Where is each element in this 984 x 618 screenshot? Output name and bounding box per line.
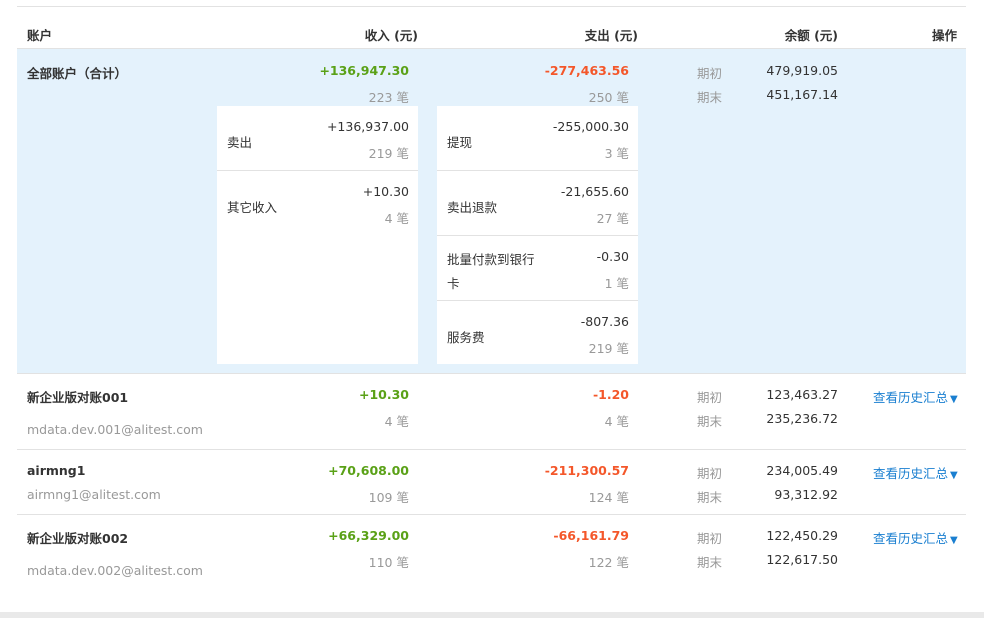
total-open-label: 期初 [697, 66, 723, 81]
breakdown-amount: -255,000.30 [552, 119, 629, 134]
account-name: 新企业版对账002 [27, 531, 129, 546]
breakdown-item: 服务费 -807.36 219 笔 [437, 301, 638, 364]
total-expense: -277,463.56 [544, 63, 629, 78]
account-email: mdata.dev.001@alitest.com [27, 422, 203, 437]
account-income: +10.30 [358, 387, 409, 402]
breakdown-amount: +136,937.00 [326, 119, 409, 134]
breakdown-item: 卖出 +136,937.00 219 笔 [217, 106, 418, 170]
income-breakdown-card: 卖出 +136,937.00 219 笔 其它收入 +10.30 4 笔 [217, 106, 418, 364]
account-income: +66,329.00 [328, 528, 409, 543]
breakdown-count: 27 笔 [596, 211, 629, 226]
breakdown-count: 219 笔 [368, 146, 409, 161]
breakdown-amount: -807.36 [580, 314, 629, 329]
breakdown-count: 4 笔 [384, 211, 409, 226]
close-value: 93,312.92 [774, 487, 838, 502]
total-income: +136,947.30 [319, 63, 409, 78]
header-income: 收入 (元) [364, 28, 418, 43]
breakdown-item: 批量付款到银行 卡 -0.30 1 笔 [437, 236, 638, 300]
open-label: 期初 [697, 531, 723, 546]
total-expense-count: 250 笔 [588, 90, 629, 105]
breakdown-label: 服务费 [447, 330, 485, 345]
total-close-label: 期末 [697, 90, 723, 105]
close-label: 期末 [697, 490, 723, 505]
open-label: 期初 [697, 466, 723, 481]
breakdown-label: 提现 [447, 135, 473, 150]
account-income-count: 110 笔 [368, 555, 409, 570]
breakdown-amount: -0.30 [596, 249, 629, 264]
header-expense: 支出 (元) [584, 28, 638, 43]
triangle-down-icon: ▼ [950, 394, 958, 405]
account-expense-count: 124 笔 [588, 490, 629, 505]
header-action: 操作 [931, 28, 957, 43]
breakdown-count: 3 笔 [604, 146, 629, 161]
account-name: airmng1 [27, 463, 86, 478]
breakdown-item: 提现 -255,000.30 3 笔 [437, 106, 638, 170]
triangle-down-icon: ▼ [950, 535, 958, 546]
account-name: 新企业版对账001 [27, 390, 129, 405]
table-row: 新企业版对账001 mdata.dev.001@alitest.com +10.… [17, 374, 966, 449]
view-history-button[interactable]: 查看历史汇总 ▼ [873, 528, 958, 547]
close-label: 期末 [697, 555, 723, 570]
open-value: 234,005.49 [766, 463, 838, 478]
breakdown-label-line2: 卡 [447, 276, 460, 291]
close-label: 期末 [697, 414, 723, 429]
close-value: 235,236.72 [766, 411, 838, 426]
account-income-count: 109 笔 [368, 490, 409, 505]
breakdown-amount: -21,655.60 [560, 184, 629, 199]
account-expense: -1.20 [592, 387, 629, 402]
view-history-label: 查看历史汇总 [873, 466, 949, 481]
account-income-count: 4 笔 [384, 414, 409, 429]
breakdown-item: 其它收入 +10.30 4 笔 [217, 171, 418, 235]
table-row: airmng1 airmng1@alitest.com +70,608.00 1… [17, 450, 966, 514]
account-email: mdata.dev.002@alitest.com [27, 563, 203, 578]
breakdown-amount: +10.30 [362, 184, 409, 199]
bottom-scroll-strip [0, 612, 984, 618]
open-label: 期初 [697, 390, 723, 405]
breakdown-count: 1 笔 [604, 276, 629, 291]
view-history-button[interactable]: 查看历史汇总 ▼ [873, 463, 958, 482]
header-account: 账户 [27, 28, 53, 43]
top-border [17, 6, 966, 7]
account-expense: -211,300.57 [544, 463, 629, 478]
total-income-count: 223 笔 [368, 90, 409, 105]
total-open-value: 479,919.05 [766, 63, 838, 78]
breakdown-label: 其它收入 [227, 200, 278, 215]
view-history-button[interactable]: 查看历史汇总 ▼ [873, 387, 958, 406]
breakdown-count: 219 笔 [588, 341, 629, 356]
breakdown-label: 卖出退款 [447, 200, 498, 215]
close-value: 122,617.50 [766, 552, 838, 567]
header-balance: 余额 (元) [784, 28, 838, 43]
breakdown-label: 卖出 [227, 135, 253, 150]
view-history-label: 查看历史汇总 [873, 390, 949, 405]
total-close-value: 451,167.14 [766, 87, 838, 102]
total-name: 全部账户（合计） [27, 66, 128, 81]
account-expense: -66,161.79 [553, 528, 629, 543]
expense-breakdown-card: 提现 -255,000.30 3 笔 卖出退款 -21,655.60 27 笔 … [437, 106, 638, 364]
open-value: 123,463.27 [766, 387, 838, 402]
account-expense-count: 4 笔 [604, 414, 629, 429]
view-history-label: 查看历史汇总 [873, 531, 949, 546]
open-value: 122,450.29 [766, 528, 838, 543]
account-expense-count: 122 笔 [588, 555, 629, 570]
triangle-down-icon: ▼ [950, 470, 958, 481]
breakdown-item: 卖出退款 -21,655.60 27 笔 [437, 171, 638, 235]
account-income: +70,608.00 [328, 463, 409, 478]
table-row: 新企业版对账002 mdata.dev.002@alitest.com +66,… [17, 515, 966, 590]
account-email: airmng1@alitest.com [27, 487, 161, 502]
